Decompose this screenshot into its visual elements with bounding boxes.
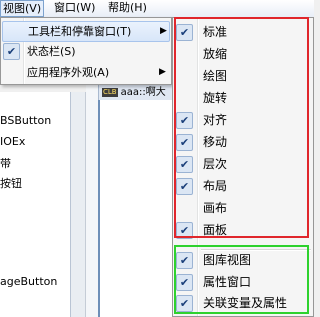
- submenu-item-label: 面板: [203, 223, 228, 237]
- submenu-item-drawing[interactable]: 绘图: [173, 65, 313, 87]
- tree-item[interactable]: ageButton: [0, 275, 57, 288]
- submenu-item-panel[interactable]: ✔ 面板: [173, 219, 313, 241]
- submenu-item-label: 属性窗口: [203, 275, 252, 289]
- check-icon: ✔: [176, 222, 193, 239]
- submenu-item-standard[interactable]: ✔ 标准: [173, 21, 313, 43]
- menu-help[interactable]: 帮助(H): [106, 0, 149, 16]
- vertical-scrollbar[interactable]: [71, 92, 86, 317]
- submenu-item-rotate[interactable]: 旋转: [173, 87, 313, 109]
- submenu-item-canvas[interactable]: 画布: [173, 197, 313, 219]
- check-icon: ✔: [176, 134, 193, 151]
- check-icon: ✔: [176, 274, 193, 291]
- menu-item-status-bar[interactable]: ✔ 状态栏(S): [1, 41, 171, 62]
- menu-item-label: 状态栏(S): [27, 45, 76, 58]
- submenu-arrow-icon: ▶: [160, 26, 167, 36]
- menu-bar: 视图(V) 窗口(W) 帮助(H): [0, 0, 314, 18]
- submenu-item-layout[interactable]: ✔ 布局: [173, 175, 313, 197]
- tree-item[interactable]: IOEx: [0, 135, 25, 148]
- submenu-item-property-window[interactable]: ✔ 属性窗口: [173, 271, 313, 293]
- submenu-item-label: 画布: [203, 201, 228, 215]
- check-icon: ✔: [176, 156, 193, 173]
- submenu-item-linked-variables[interactable]: ✔ 关联变量及属性: [173, 292, 313, 314]
- menu-item-label: 应用程序外观(A): [27, 66, 110, 79]
- submenu-item-label: 关联变量及属性: [203, 296, 288, 310]
- submenu-item-zoom[interactable]: 放缩: [173, 43, 313, 65]
- submenu-item-label: 对齐: [203, 113, 228, 127]
- submenu-item-layer[interactable]: ✔ 层次: [173, 153, 313, 175]
- tree-item[interactable]: 按钮: [0, 175, 22, 191]
- submenu-item-label: 移动: [203, 135, 228, 149]
- check-icon: ✔: [176, 295, 193, 312]
- submenu-item-label: 标准: [203, 25, 228, 39]
- tree-item[interactable]: BSButton: [0, 114, 51, 127]
- submenu-item-move[interactable]: ✔ 移动: [173, 131, 313, 153]
- view-dropdown-menu: 工具栏和停靠窗口(T) ▶ ✔ 状态栏(S) 应用程序外观(A) ▶: [0, 17, 172, 85]
- submenu-item-label: 图库视图: [203, 253, 252, 267]
- submenu-item-align[interactable]: ✔ 对齐: [173, 109, 313, 131]
- toolbars-submenu: ✔ 标准 放缩 绘图 旋转 ✔ 对齐 ✔ 移动 ✔ 层次 ✔ 布局 画布 ✔ 面…: [172, 17, 314, 317]
- submenu-item-label: 绘图: [203, 69, 228, 83]
- document-tab-label: aaa::啊大: [120, 87, 166, 98]
- document-tab[interactable]: CLB aaa::啊大: [98, 84, 174, 100]
- menu-item-toolbars-docking[interactable]: 工具栏和停靠窗口(T) ▶: [2, 21, 170, 42]
- check-icon: ✔: [176, 112, 193, 129]
- menu-item-label: 工具栏和停靠窗口(T): [28, 25, 132, 38]
- document-area: [98, 100, 174, 317]
- submenu-item-label: 旋转: [203, 91, 228, 105]
- check-icon: ✔: [176, 178, 193, 195]
- submenu-item-label: 层次: [203, 157, 228, 171]
- check-icon: ✔: [3, 43, 20, 60]
- submenu-item-label: 放缩: [203, 47, 228, 61]
- menu-view[interactable]: 视图(V): [0, 0, 45, 17]
- menu-window[interactable]: 窗口(W): [52, 0, 97, 16]
- menu-item-app-appearance[interactable]: 应用程序外观(A) ▶: [1, 62, 171, 83]
- submenu-item-gallery-view[interactable]: ✔ 图库视图: [173, 249, 313, 271]
- submenu-arrow-icon: ▶: [159, 67, 166, 77]
- submenu-item-label: 布局: [203, 179, 228, 193]
- check-icon: ✔: [176, 24, 193, 41]
- check-icon: ✔: [176, 252, 193, 269]
- left-tree-panel: BSButton IOEx 带 按钮 ageButton: [0, 92, 71, 317]
- tree-item[interactable]: 带: [0, 155, 11, 171]
- clb-badge-icon: CLB: [102, 87, 118, 97]
